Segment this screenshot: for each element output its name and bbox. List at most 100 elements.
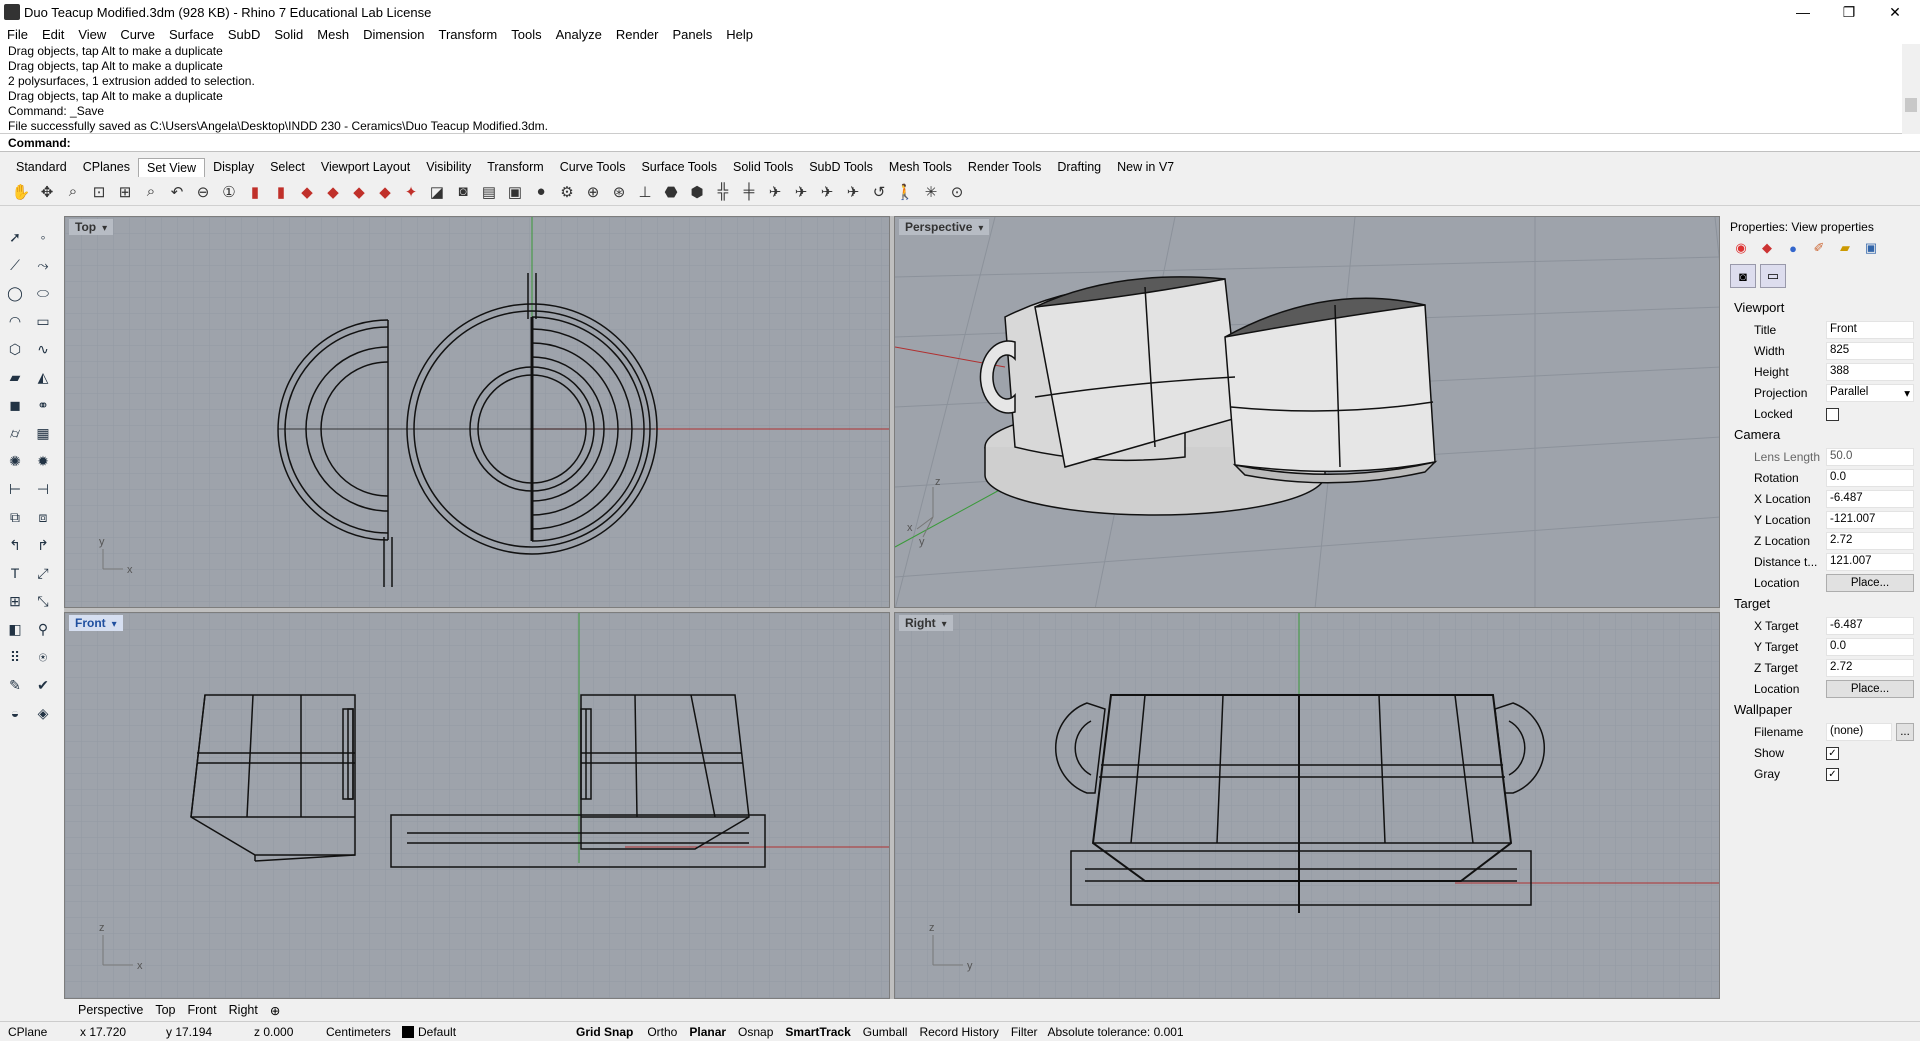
loft-icon[interactable]: ◭ <box>30 364 56 390</box>
split-vertical-icon[interactable]: ╪ <box>736 180 762 204</box>
tab-new-in-v7[interactable]: New in V7 <box>1109 158 1182 176</box>
select-arrow-icon[interactable]: ➚ <box>2 224 28 250</box>
check-icon[interactable]: ✔ <box>30 672 56 698</box>
gray-checkbox[interactable]: ✓ <box>1826 767 1839 781</box>
history-scrollbar[interactable] <box>1902 44 1920 134</box>
history-icon[interactable]: ⚲ <box>30 616 56 642</box>
menu-surface[interactable]: Surface <box>162 27 221 42</box>
camera-icon[interactable]: ◪ <box>424 180 450 204</box>
rectangle-icon[interactable]: ▭ <box>30 308 56 334</box>
viewport-right[interactable]: y z Right <box>894 612 1720 999</box>
tab-display[interactable]: Display <box>205 158 262 176</box>
analyze-icon[interactable]: ⍟ <box>30 644 56 670</box>
named-view-icon[interactable]: ◙ <box>450 180 476 204</box>
tab-standard[interactable]: Standard <box>8 158 75 176</box>
menu-subd[interactable]: SubD <box>221 27 268 42</box>
tab-mesh-tools[interactable]: Mesh Tools <box>881 158 960 176</box>
tab-set-view[interactable]: Set View <box>137 157 206 177</box>
text-icon[interactable]: T <box>2 560 28 586</box>
tab-drafting[interactable]: Drafting <box>1049 158 1109 176</box>
tab-cplanes[interactable]: CPlanes <box>75 158 138 176</box>
command-input[interactable] <box>74 135 1775 150</box>
folder-icon[interactable]: ▰ <box>1834 238 1856 258</box>
viewport-label-right[interactable]: Right <box>899 615 953 631</box>
zoom-extents-icon[interactable]: ⊡ <box>86 180 112 204</box>
menu-analyze[interactable]: Analyze <box>549 27 609 42</box>
menu-mesh[interactable]: Mesh <box>310 27 356 42</box>
menu-panels[interactable]: Panels <box>665 27 719 42</box>
menu-curve[interactable]: Curve <box>113 27 162 42</box>
chamfer-icon[interactable]: ↱ <box>30 532 56 558</box>
boolean-icon[interactable]: ⚭ <box>30 392 56 418</box>
x-location-field[interactable]: -6.487 <box>1826 490 1914 508</box>
x-target-field[interactable]: -6.487 <box>1826 617 1914 635</box>
vp-tab-front[interactable]: Front <box>181 1003 222 1017</box>
z-location-field[interactable]: 2.72 <box>1826 532 1914 550</box>
sphere-view-icon[interactable]: ● <box>528 180 554 204</box>
polygon-icon[interactable]: ⬡ <box>2 336 28 362</box>
smarttrack-toggle[interactable]: SmartTrack <box>779 1025 856 1039</box>
camera-place-button[interactable]: Place... <box>1826 574 1914 592</box>
tab-solid-tools[interactable]: Solid Tools <box>725 158 801 176</box>
scale-icon[interactable]: ⤡ <box>30 588 56 614</box>
plane-two-icon[interactable]: ✈ <box>788 180 814 204</box>
menu-solid[interactable]: Solid <box>267 27 310 42</box>
left-view-icon[interactable]: ◆ <box>294 180 320 204</box>
walk-icon[interactable]: 🚶 <box>892 180 918 204</box>
cplane-view-icon[interactable]: ⚙ <box>554 180 580 204</box>
ellipse-icon[interactable]: ⬭ <box>30 280 56 306</box>
zoom-selected-icon[interactable]: ⌕ <box>138 180 164 204</box>
target-gold-icon[interactable]: ⊛ <box>606 180 632 204</box>
viewport-icon[interactable]: ▭ <box>1760 264 1786 288</box>
light-icon[interactable]: ✺ <box>2 448 28 474</box>
plane-three-icon[interactable]: ✈ <box>814 180 840 204</box>
filter-toggle[interactable]: Filter <box>1005 1025 1044 1039</box>
vp-tab-perspective[interactable]: Perspective <box>72 1003 149 1017</box>
menu-help[interactable]: Help <box>719 27 760 42</box>
save-view-icon[interactable]: ▤ <box>476 180 502 204</box>
title-field[interactable]: Front <box>1826 321 1914 339</box>
rotation-field[interactable]: 0.0 <box>1826 469 1914 487</box>
filename-browse-button[interactable]: ... <box>1896 723 1914 741</box>
point-icon[interactable]: ◦ <box>30 224 56 250</box>
viewport-top[interactable]: x y Top <box>64 216 890 608</box>
undo-view-icon[interactable]: ↶ <box>164 180 190 204</box>
perspective-view-icon[interactable]: ✦ <box>398 180 424 204</box>
ortho-toggle[interactable]: Ortho <box>641 1025 683 1039</box>
fillet-icon[interactable]: ↰ <box>2 532 28 558</box>
tab-subd-tools[interactable]: SubD Tools <box>801 158 881 176</box>
viewport-perspective[interactable]: z x y Perspective <box>894 216 1720 608</box>
circle-icon[interactable]: ◯ <box>2 280 28 306</box>
mesh-icon[interactable]: ▦ <box>30 420 56 446</box>
viewport-label-top[interactable]: Top <box>69 219 114 235</box>
tab-viewport-layout[interactable]: Viewport Layout <box>313 158 418 176</box>
height-field[interactable]: 388 <box>1826 363 1914 381</box>
grid-snap-toggle[interactable]: Grid Snap <box>568 1025 641 1039</box>
target-place-button[interactable]: Place... <box>1826 680 1914 698</box>
object-color-icon[interactable]: ◉ <box>1730 238 1752 258</box>
layer-color-swatch[interactable] <box>402 1025 414 1038</box>
copy-icon[interactable]: ⊣ <box>30 476 56 502</box>
group-icon[interactable]: ⧉ <box>2 504 28 530</box>
menu-transform[interactable]: Transform <box>431 27 504 42</box>
z-target-field[interactable]: 2.72 <box>1826 659 1914 677</box>
zoom-out-icon[interactable]: ⊖ <box>190 180 216 204</box>
freeform-icon[interactable]: ∿ <box>30 336 56 362</box>
front-view-icon[interactable]: ◆ <box>346 180 372 204</box>
arc-icon[interactable]: ◠ <box>2 308 28 334</box>
move-icon[interactable]: ⊢ <box>2 476 28 502</box>
parallel-view-icon[interactable]: ⬢ <box>684 180 710 204</box>
distance-field[interactable]: 121.007 <box>1826 553 1914 571</box>
menu-tools[interactable]: Tools <box>504 27 548 42</box>
tab-transform[interactable]: Transform <box>479 158 552 176</box>
back-view-icon[interactable]: ◆ <box>372 180 398 204</box>
right-view-icon[interactable]: ◆ <box>320 180 346 204</box>
box-icon[interactable]: ◼ <box>2 392 28 418</box>
target-icon[interactable]: ⊕ <box>580 180 606 204</box>
menu-dimension[interactable]: Dimension <box>356 27 431 42</box>
width-field[interactable]: 825 <box>1826 342 1914 360</box>
render-icon[interactable]: ◒ <box>2 700 28 726</box>
dimension-icon[interactable]: ⤢ <box>30 560 56 586</box>
ungroup-icon[interactable]: ⧈ <box>30 504 56 530</box>
array-icon[interactable]: ⊞ <box>2 588 28 614</box>
